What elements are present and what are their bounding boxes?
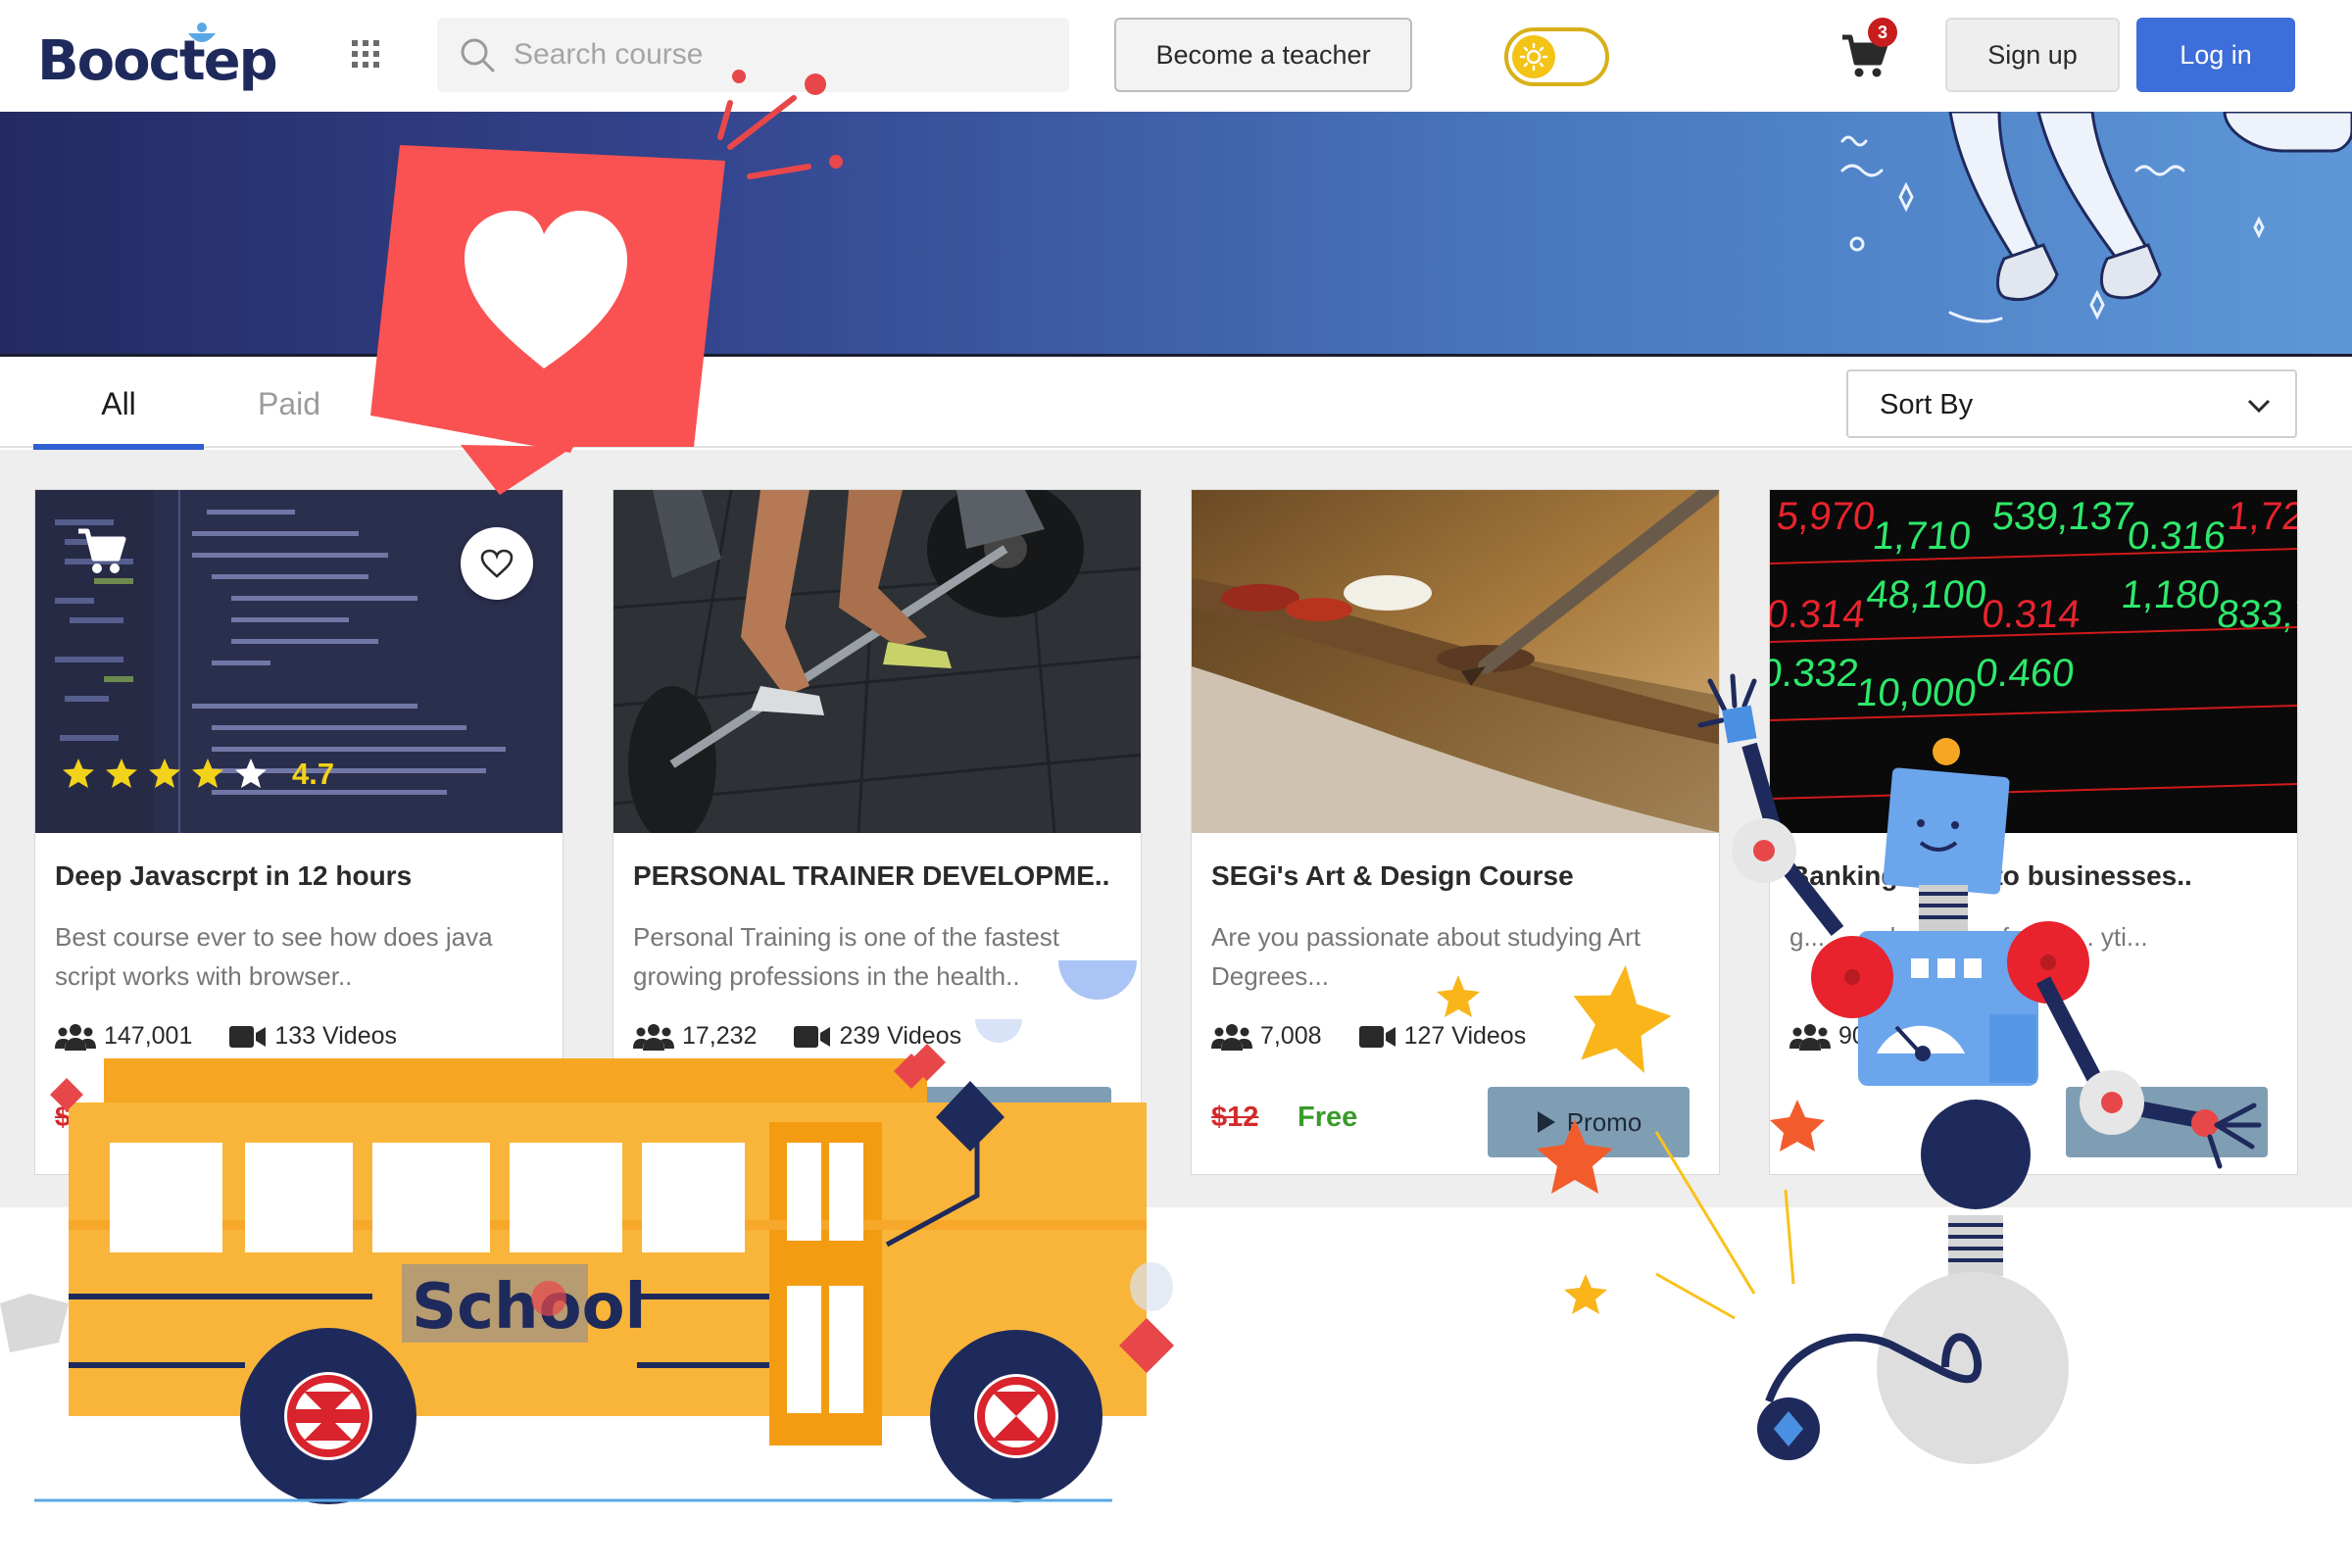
course-thumbnail-code: 4.7 (35, 490, 563, 833)
booctep-logo[interactable]: Booctep (37, 22, 278, 100)
stock-number: 0.460 (1974, 652, 2077, 695)
heart-icon (480, 549, 514, 578)
promo-button[interactable] (331, 1087, 533, 1157)
search-input[interactable] (514, 18, 1053, 92)
rating-value: 4.7 (292, 757, 335, 791)
rating-stars (63, 759, 267, 788)
course-title[interactable]: SEGi's Art & Design Course (1211, 860, 1711, 892)
stock-number: 1,710 (1871, 514, 1974, 558)
apps-grid-icon[interactable] (350, 38, 381, 70)
promo-button[interactable]: Promo (1488, 1087, 1690, 1157)
logo-text: Booctep (37, 29, 278, 93)
search-icon (461, 38, 495, 73)
login-button[interactable]: Log in (2136, 18, 2295, 92)
cart-count-badge: 3 (1868, 18, 1897, 47)
signup-button[interactable]: Sign up (1945, 18, 2120, 92)
theme-toggle[interactable] (1504, 27, 1609, 86)
course-thumbnail-stock-board: 5,970 1,710 539,137 0.316 1,720 0.314 48,100 0.… (1770, 490, 2298, 833)
course-card[interactable]: 5,970 1,710 539,137 0.316 1,720 0.314 48,100 0.… (1769, 489, 2298, 1175)
students-icon (1789, 1023, 1831, 1051)
course-stats: 90 (1789, 1022, 1866, 1051)
logo-splash-icon (188, 23, 216, 42)
search-box (437, 18, 1069, 92)
stock-number: 539,137 (1990, 495, 2136, 538)
chevron-down-icon (2247, 399, 2271, 414)
students-icon (55, 1023, 96, 1051)
sort-by-label: Sort By (1880, 389, 1974, 420)
stock-number: 0.314 (1980, 593, 2082, 636)
stock-number: 0.314 (1770, 593, 1867, 636)
course-rating: 4.7 (61, 757, 334, 792)
videos-count: 239 Videos (839, 1022, 962, 1050)
course-description: g... ... ryday lives of pe... ... yti... (1789, 922, 2148, 952)
wishlist-heart-button[interactable] (461, 527, 533, 600)
course-title[interactable]: Banking ... gral to businesses.. (1789, 860, 2289, 892)
tab-all[interactable]: All (33, 360, 204, 450)
stock-number: 48,100 (1864, 573, 1988, 616)
top-navbar: Booctep Become a teacher (0, 0, 2352, 112)
add-to-cart-icon[interactable] (76, 527, 127, 574)
course-filter-bar: All Paid Sort By (0, 360, 2352, 450)
students-count: 147,001 (104, 1022, 193, 1050)
stock-number: 0.332 (1770, 652, 1861, 695)
sort-by-dropdown[interactable]: Sort By (1846, 369, 2297, 438)
videos-count: 127 Videos (1403, 1022, 1527, 1050)
sun-icon (1512, 35, 1555, 78)
stock-number: 1,720 (2226, 495, 2298, 538)
become-teacher-button[interactable]: Become a teacher (1114, 18, 1412, 92)
course-stats: 147,001 133 Videos (55, 1022, 397, 1051)
videos-count: 133 Videos (274, 1022, 398, 1050)
stock-number: 1,180 (2119, 573, 2222, 616)
course-list: 4.7 Deep Javascrpt in 12 hours Best cour… (0, 450, 2352, 1207)
course-stats: 7,008 127 Videos (1211, 1022, 1526, 1051)
course-card[interactable]: SEGi's Art & Design Course Are you passi… (1191, 489, 1720, 1175)
course-card[interactable]: PERSONAL TRAINER DEVELOPME.. Personal Tr… (612, 489, 1142, 1175)
price-original: $12 (1211, 1102, 1259, 1133)
course-thumbnail-barbell (613, 490, 1141, 833)
promo-label: Promo (1566, 1106, 1642, 1137)
course-thumbnail-painting (1192, 490, 1719, 833)
students-icon (633, 1023, 674, 1051)
play-icon (1537, 1111, 1555, 1133)
course-title[interactable]: PERSONAL TRAINER DEVELOPME.. (633, 860, 1133, 892)
astronaut-legs-illustration (1840, 112, 2352, 323)
students-count: 17,232 (682, 1022, 758, 1050)
stock-number: 10,000 (1854, 671, 1979, 714)
students-count: 90 (1838, 1022, 1866, 1050)
hero-banner (0, 112, 2352, 357)
stock-number: 5,970 (1775, 495, 1878, 538)
price-current: Free (1298, 1102, 1358, 1133)
course-description: Personal Training is one of the fastest … (633, 922, 1060, 991)
students-count: 7,008 (1260, 1022, 1322, 1050)
video-camera-icon (794, 1025, 831, 1048)
stock-board-image: 5,9701,710 539,1370.3161,7200.31448,1000.… (1770, 490, 2298, 833)
course-title[interactable]: Deep Javascrpt in 12 hours (55, 860, 555, 892)
course-stats: 17,232 239 Videos (633, 1022, 961, 1051)
tab-paid[interactable]: Paid (206, 360, 372, 448)
video-camera-icon (229, 1025, 267, 1048)
play-icon (958, 1111, 977, 1133)
promo-button[interactable] (2066, 1087, 2268, 1157)
students-icon (1211, 1023, 1252, 1051)
video-camera-icon (1358, 1025, 1396, 1048)
price-original: $ (55, 1102, 72, 1133)
promo-label: Promo (988, 1106, 1064, 1137)
course-card[interactable]: 4.7 Deep Javascrpt in 12 hours Best cour… (34, 489, 564, 1175)
bus-school-sign: School (412, 1271, 646, 1344)
course-description: Best course ever to see how does java sc… (55, 922, 493, 991)
course-description: Are you passionate about studying Art De… (1211, 922, 1641, 991)
promo-button[interactable]: Promo (909, 1087, 1111, 1157)
